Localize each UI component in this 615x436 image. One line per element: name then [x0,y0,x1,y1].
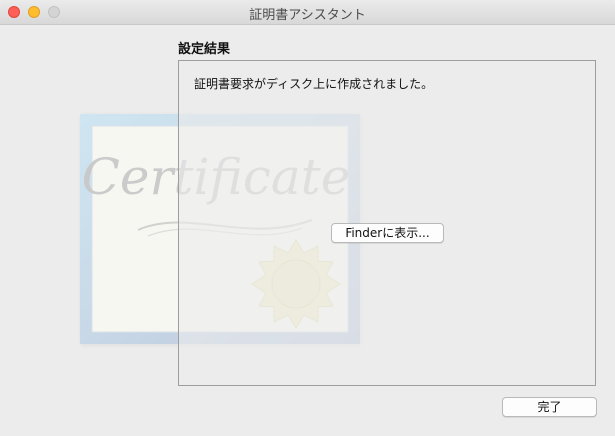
result-panel: 証明書要求がディスク上に作成されました。 Finderに表示... [178,60,596,386]
done-button[interactable]: 完了 [502,397,597,417]
title-bar: 証明書アシスタント [0,0,615,25]
certificate-assistant-window: 証明書アシスタント 設定結果 Certificate 証明書要求がディスク上に作… [0,0,615,436]
window-title: 証明書アシスタント [249,8,366,23]
section-title: 設定結果 [178,42,231,57]
result-message: 証明書要求がディスク上に作成されました。 [194,77,434,91]
show-in-finder-button[interactable]: Finderに表示... [331,223,444,243]
